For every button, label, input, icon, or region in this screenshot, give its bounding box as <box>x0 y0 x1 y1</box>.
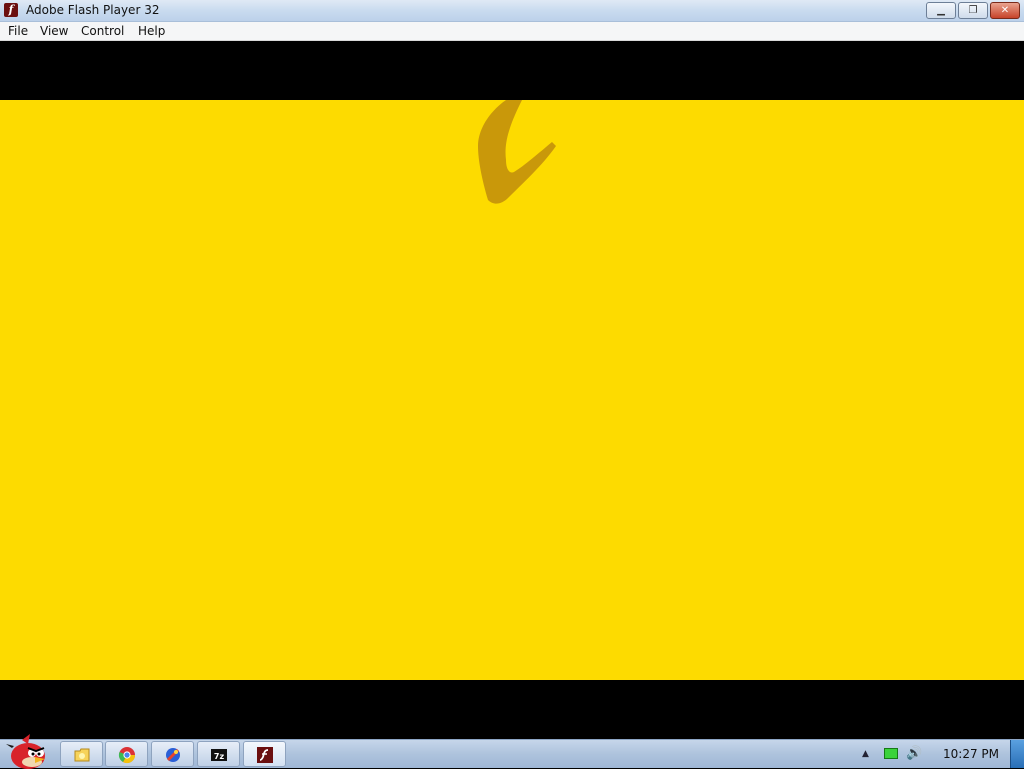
close-button[interactable]: ✕ <box>990 2 1020 19</box>
title-bar: f Adobe Flash Player 32 ▁ ❐ ✕ <box>0 0 1024 22</box>
explorer-folder-icon[interactable] <box>60 741 103 767</box>
menu-file[interactable]: File <box>8 24 28 38</box>
clock[interactable]: 10:27 PM <box>943 747 999 761</box>
chrome-icon[interactable] <box>105 741 148 767</box>
volume-icon[interactable]: 🔊 <box>906 746 922 761</box>
network-icon[interactable] <box>884 748 898 759</box>
7zip-icon[interactable]: 7z <box>197 741 240 767</box>
restore-button[interactable]: ❐ <box>958 2 988 19</box>
tray-overflow-icon[interactable]: ▲ <box>862 749 869 759</box>
angry-bird-icon[interactable] <box>4 732 50 769</box>
svg-text:7z: 7z <box>214 752 225 761</box>
show-desktop-button[interactable] <box>1010 740 1024 768</box>
flash-app-icon[interactable] <box>151 741 194 767</box>
menu-view[interactable]: View <box>40 24 68 38</box>
menu-help[interactable]: Help <box>138 24 165 38</box>
menu-bar: File View Control Help <box>0 22 1024 41</box>
stage-content[interactable] <box>0 100 1024 680</box>
menu-control[interactable]: Control <box>81 24 124 38</box>
brush-stroke <box>478 100 556 204</box>
minimize-button[interactable]: ▁ <box>926 2 956 19</box>
flash-player-icon[interactable] <box>243 741 286 767</box>
taskbar: 7z ▲ 🔊 10:27 PM <box>0 734 1024 769</box>
flash-icon[interactable]: f <box>4 3 18 17</box>
flash-stage[interactable] <box>0 41 1024 739</box>
window-title: Adobe Flash Player 32 <box>26 3 160 17</box>
